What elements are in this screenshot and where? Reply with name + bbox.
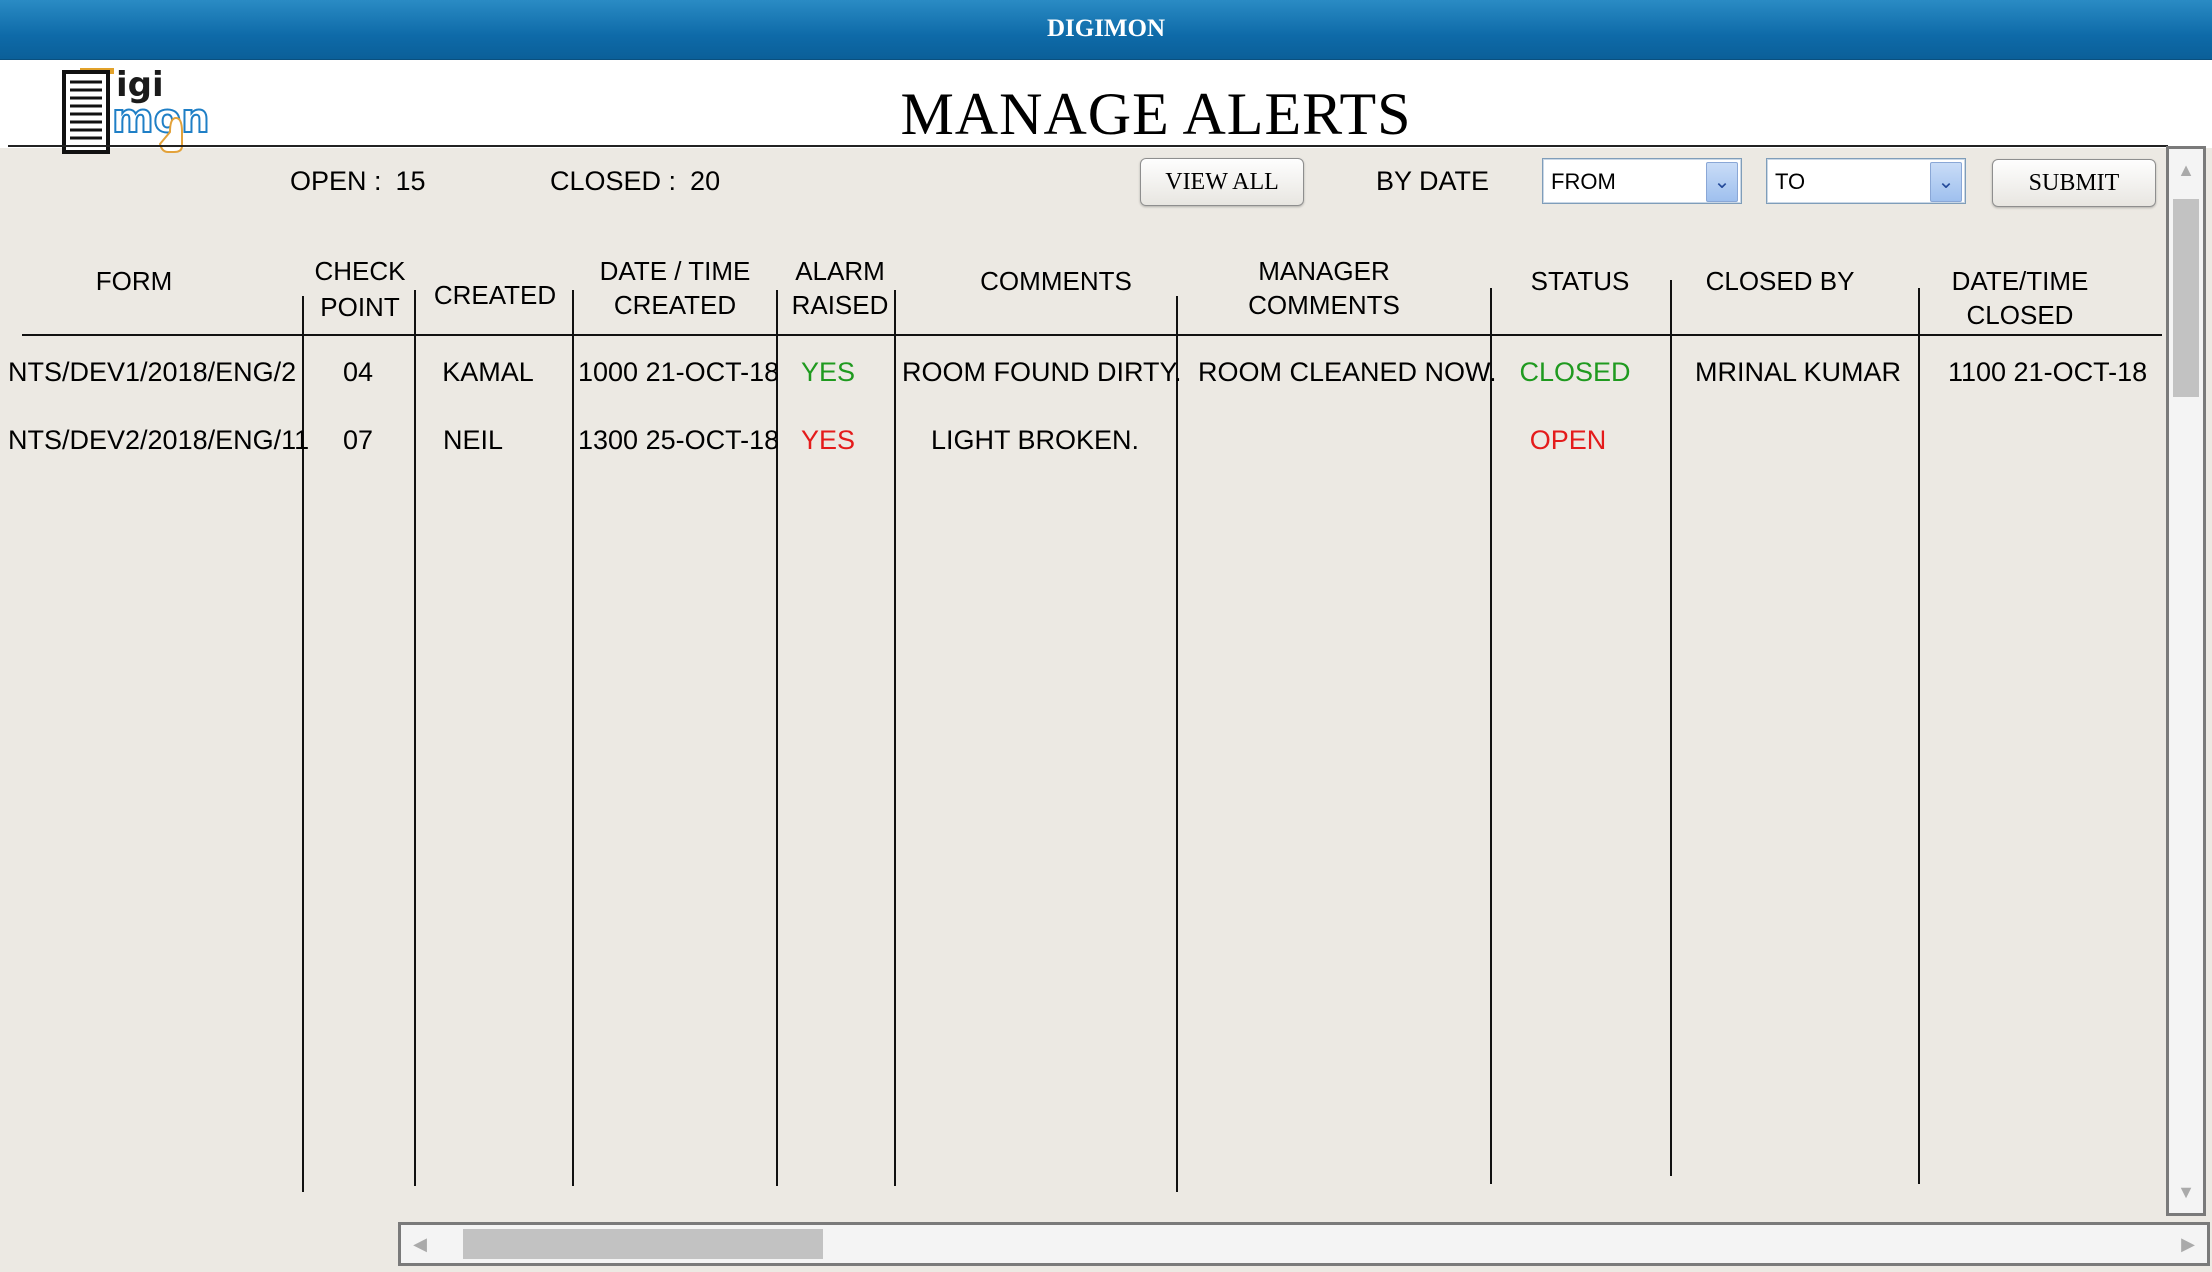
- cell-alarm-raised: YES: [800, 357, 856, 387]
- column-divider: [1670, 280, 1672, 1176]
- to-date-select[interactable]: TO ⌄: [1766, 158, 1966, 204]
- to-date-value: TO: [1775, 169, 1806, 194]
- cell-manager-comments: ROOM CLEANED NOW.: [1198, 357, 1497, 387]
- by-date-label: BY DATE: [1376, 166, 1490, 196]
- closed-count: CLOSED : 20: [550, 166, 720, 197]
- header-check-point: CHECK POINT: [300, 254, 420, 324]
- cell-form[interactable]: NTS/DEV2/2018/ENG/11: [8, 425, 309, 456]
- submit-button[interactable]: SUBMIT: [1992, 159, 2156, 207]
- cell-created: KAMAL: [442, 357, 534, 387]
- cell-date-created: 1300 25-OCT-18: [578, 425, 780, 455]
- closed-value: 20: [690, 166, 721, 196]
- column-divider: [1918, 288, 1920, 1184]
- cell-closed-by: MRINAL KUMAR: [1694, 357, 1902, 387]
- header-date-created-line1: DATE / TIME: [599, 256, 751, 286]
- header-date-closed: DATE/TIME CLOSED: [1920, 264, 2120, 332]
- open-label: OPEN :: [290, 166, 382, 196]
- column-divider: [1490, 288, 1492, 1184]
- horizontal-scrollbar[interactable]: ◀ ▶: [398, 1222, 2210, 1266]
- cell-created: NEIL: [442, 425, 504, 455]
- cell-comments: LIGHT BROKEN.: [930, 425, 1140, 455]
- scroll-up-icon[interactable]: ▲: [2173, 157, 2199, 183]
- header-date-created-line2: CREATED: [613, 290, 737, 320]
- header-alarm-raised: ALARM RAISED: [780, 254, 900, 322]
- header-form: FORM: [95, 266, 173, 296]
- header-manager-line2: COMMENTS: [1248, 290, 1400, 320]
- column-divider: [1176, 296, 1178, 1192]
- open-count: OPEN : 15: [290, 166, 426, 197]
- header-manager-comments: MANAGER COMMENTS: [1204, 254, 1444, 322]
- from-date-value: FROM: [1551, 169, 1616, 194]
- header-check-line1: CHECK: [314, 256, 406, 286]
- from-date-select[interactable]: FROM ⌄: [1542, 158, 1742, 204]
- cell-check-point: 04: [342, 357, 374, 387]
- window-titlebar: DIGIMON: [0, 0, 2212, 60]
- scroll-right-icon[interactable]: ▶: [2173, 1229, 2203, 1259]
- scroll-left-icon[interactable]: ◀: [405, 1229, 435, 1259]
- header-date-created: DATE / TIME CREATED: [580, 254, 770, 322]
- horizontal-scroll-thumb[interactable]: [463, 1229, 823, 1259]
- cell-alarm-raised: YES: [800, 425, 856, 455]
- column-divider: [572, 290, 574, 1186]
- cell-form[interactable]: NTS/DEV1/2018/ENG/2: [8, 357, 296, 388]
- header-closed-by: CLOSED BY: [1705, 266, 1855, 296]
- header-alarm-line2: RAISED: [791, 290, 889, 320]
- table-header-rule: [22, 334, 2162, 336]
- cell-date-created: 1000 21-OCT-18: [578, 357, 780, 387]
- window-title: DIGIMON: [1046, 15, 1166, 42]
- vertical-scrollbar[interactable]: ▲ ▼: [2166, 146, 2206, 1216]
- header-created: CREATED: [433, 280, 557, 310]
- header-date-closed-line2: CLOSED: [1966, 300, 2074, 330]
- header-manager-line1: MANAGER: [1258, 256, 1390, 286]
- cell-date-closed: 1100 21-OCT-18: [1948, 357, 2148, 387]
- header-check-line2: POINT: [320, 292, 400, 322]
- scroll-down-icon[interactable]: ▼: [2173, 1179, 2199, 1205]
- closed-label: CLOSED :: [550, 166, 677, 196]
- chevron-down-icon[interactable]: ⌄: [1706, 162, 1738, 202]
- cell-status: OPEN: [1529, 425, 1607, 455]
- chevron-down-icon[interactable]: ⌄: [1930, 162, 1962, 202]
- header-alarm-line1: ALARM: [795, 256, 885, 286]
- cell-check-point: 07: [342, 425, 374, 455]
- header-divider: [8, 145, 2168, 147]
- cell-status: CLOSED: [1519, 357, 1631, 387]
- header-date-closed-line1: DATE/TIME: [1951, 266, 2089, 296]
- open-value: 15: [395, 166, 426, 196]
- vertical-scroll-thumb[interactable]: [2173, 199, 2199, 397]
- page-title: MANAGE ALERTS: [900, 81, 1412, 147]
- header-comments: COMMENTS: [980, 266, 1132, 296]
- cell-comments: ROOM FOUND DIRTY.: [902, 357, 1182, 387]
- view-all-button[interactable]: VIEW ALL: [1140, 158, 1304, 206]
- header-status: STATUS: [1530, 266, 1630, 296]
